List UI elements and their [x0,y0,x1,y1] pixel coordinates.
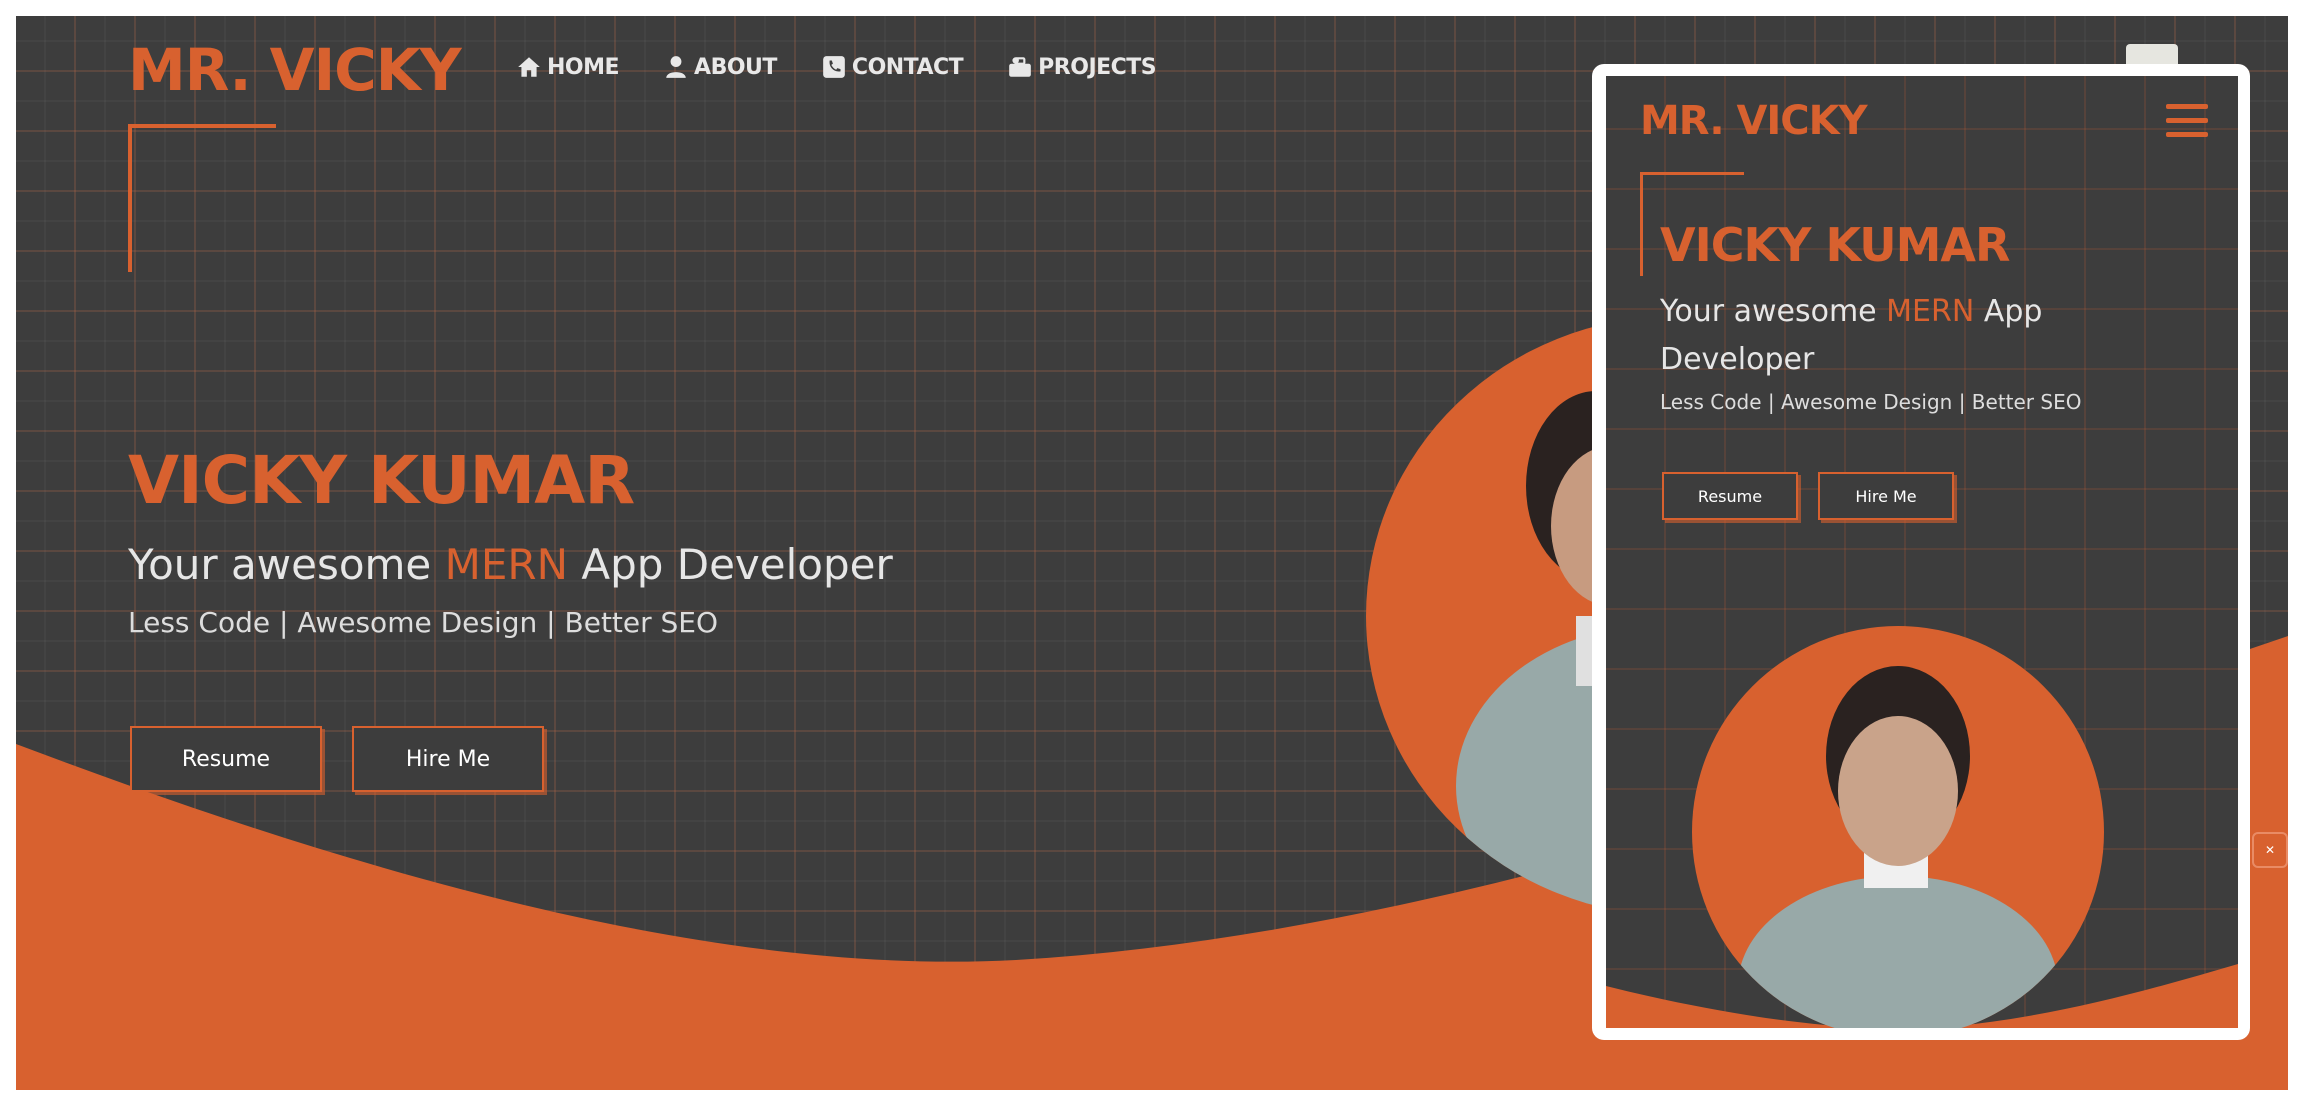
mobile-tagline-prefix: Your awesome [1660,294,1887,329]
resume-button[interactable]: Resume [130,726,322,792]
menu-hamburger-icon[interactable] [2166,104,2208,146]
corner-accent-vertical [128,124,132,272]
mobile-hero-tagline: Your awesome MERN App Developer [1660,288,2130,384]
nav-home[interactable]: HOME [516,54,620,80]
mobile-corner-accent-vertical [1640,172,1643,276]
mobile-hero-subtitle: Less Code | Awesome Design | Better SEO [1660,390,2082,414]
side-tool-icon-alt[interactable]: ✕ [2252,832,2288,868]
briefcase-icon [1009,57,1032,77]
user-icon [666,56,686,78]
nav-contact[interactable]: CONTACT [821,54,964,80]
nav-home-label: HOME [547,54,620,80]
mobile-hero-name: VICKY KUMAR [1660,218,2010,272]
corner-accent-horizontal [128,124,276,128]
home-icon [518,57,540,77]
hero-subtitle: Less Code | Awesome Design | Better SEO [128,606,719,639]
mobile-person-photo-icon [1738,666,2058,1028]
mobile-hire-me-button[interactable]: Hire Me [1818,472,1954,520]
phone-icon [823,56,845,78]
mobile-screen: MR. VICKY VICKY KUMAR Your awesome MERN … [1606,76,2238,1028]
hero-tagline: Your awesome MERN App Developer [128,540,893,589]
tagline-suffix: App Developer [568,540,893,589]
mobile-corner-accent-horizontal [1640,172,1744,175]
nav-contact-label: CONTACT [851,54,964,80]
mobile-avatar [1692,626,2104,1028]
tagline-prefix: Your awesome [128,540,445,589]
hire-me-button[interactable]: Hire Me [352,726,544,792]
mobile-logo[interactable]: MR. VICKY [1640,98,1868,144]
main-nav: HOME ABOUT CONTACT PROJECTS [516,54,1157,80]
mobile-tagline-accent: MERN [1886,294,1975,329]
nav-projects[interactable]: PROJECTS [1007,54,1157,80]
site-logo[interactable]: MR. VICKY [128,36,462,104]
nav-about-label: ABOUT [694,54,777,80]
nav-projects-label: PROJECTS [1038,54,1157,80]
mobile-resume-button[interactable]: Resume [1662,472,1798,520]
tagline-accent: MERN [444,540,568,589]
mobile-preview-frame: MR. VICKY VICKY KUMAR Your awesome MERN … [1592,64,2250,1040]
nav-about[interactable]: ABOUT [663,54,777,80]
hero-name: VICKY KUMAR [128,442,635,519]
